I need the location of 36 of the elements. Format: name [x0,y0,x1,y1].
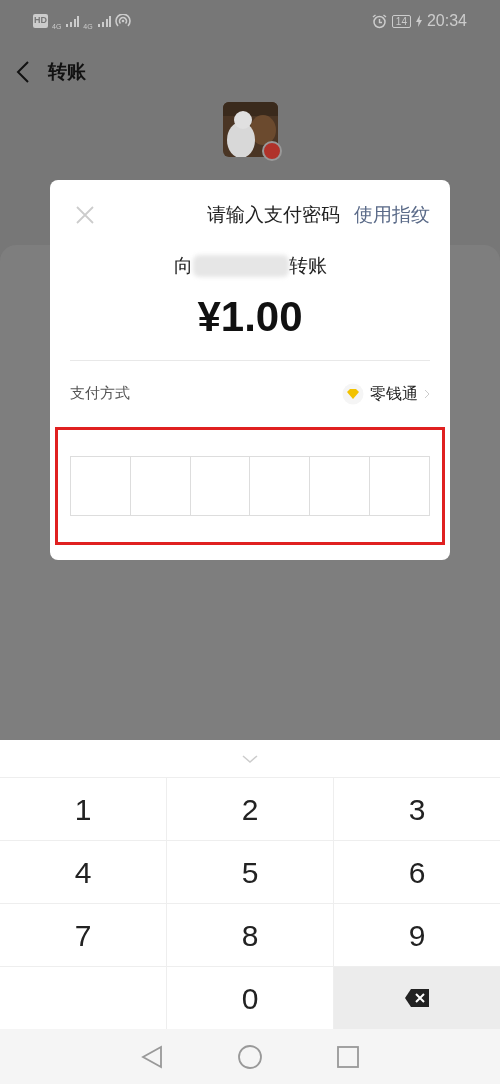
hotspot-icon [114,14,131,28]
hd-badge: HD [33,14,48,28]
signal-icon [96,15,111,27]
chevron-down-icon[interactable] [242,754,258,763]
badge-icon [261,141,282,161]
keypad-key[interactable]: 5 [167,841,333,903]
payment-method[interactable]: 零钱通 [370,381,418,406]
back-nav-icon[interactable] [141,1044,163,1069]
close-icon[interactable] [76,206,94,224]
charging-icon [415,15,422,27]
keypad-key[interactable]: 2 [167,778,333,840]
alarm-icon [371,13,387,29]
payment-label: 支付方式 [70,383,130,404]
status-time: 20:34 [426,11,467,31]
keypad-key[interactable]: 6 [334,841,500,903]
recents-nav-icon[interactable] [337,1045,359,1068]
fingerprint-link[interactable]: 使用指纹 [354,200,430,230]
amount: ¥1.00 [196,291,304,342]
password-field[interactable] [70,455,430,516]
keypad-key[interactable]: 0 [167,967,333,1029]
keypad-key[interactable]: 4 [0,841,166,903]
keypad-key[interactable]: 3 [334,778,500,840]
signal-icon [65,15,80,27]
dialog-title: 请输入支付密码 [207,202,340,227]
recipient-suffix: 转账 [288,254,327,278]
back-icon[interactable] [16,61,30,83]
keypad-key[interactable]: 8 [167,904,333,966]
battery-level: 14 [391,14,411,28]
backspace-icon [404,988,430,1008]
page-title: 转账 [48,59,86,84]
chevron-right-icon [424,388,430,399]
keypad-key[interactable]: 1 [0,778,166,840]
keypad-key[interactable]: 7 [0,904,166,966]
keypad-key[interactable]: 9 [334,904,500,966]
home-nav-icon[interactable] [238,1044,262,1069]
recipient-prefix: 向 [173,254,193,278]
